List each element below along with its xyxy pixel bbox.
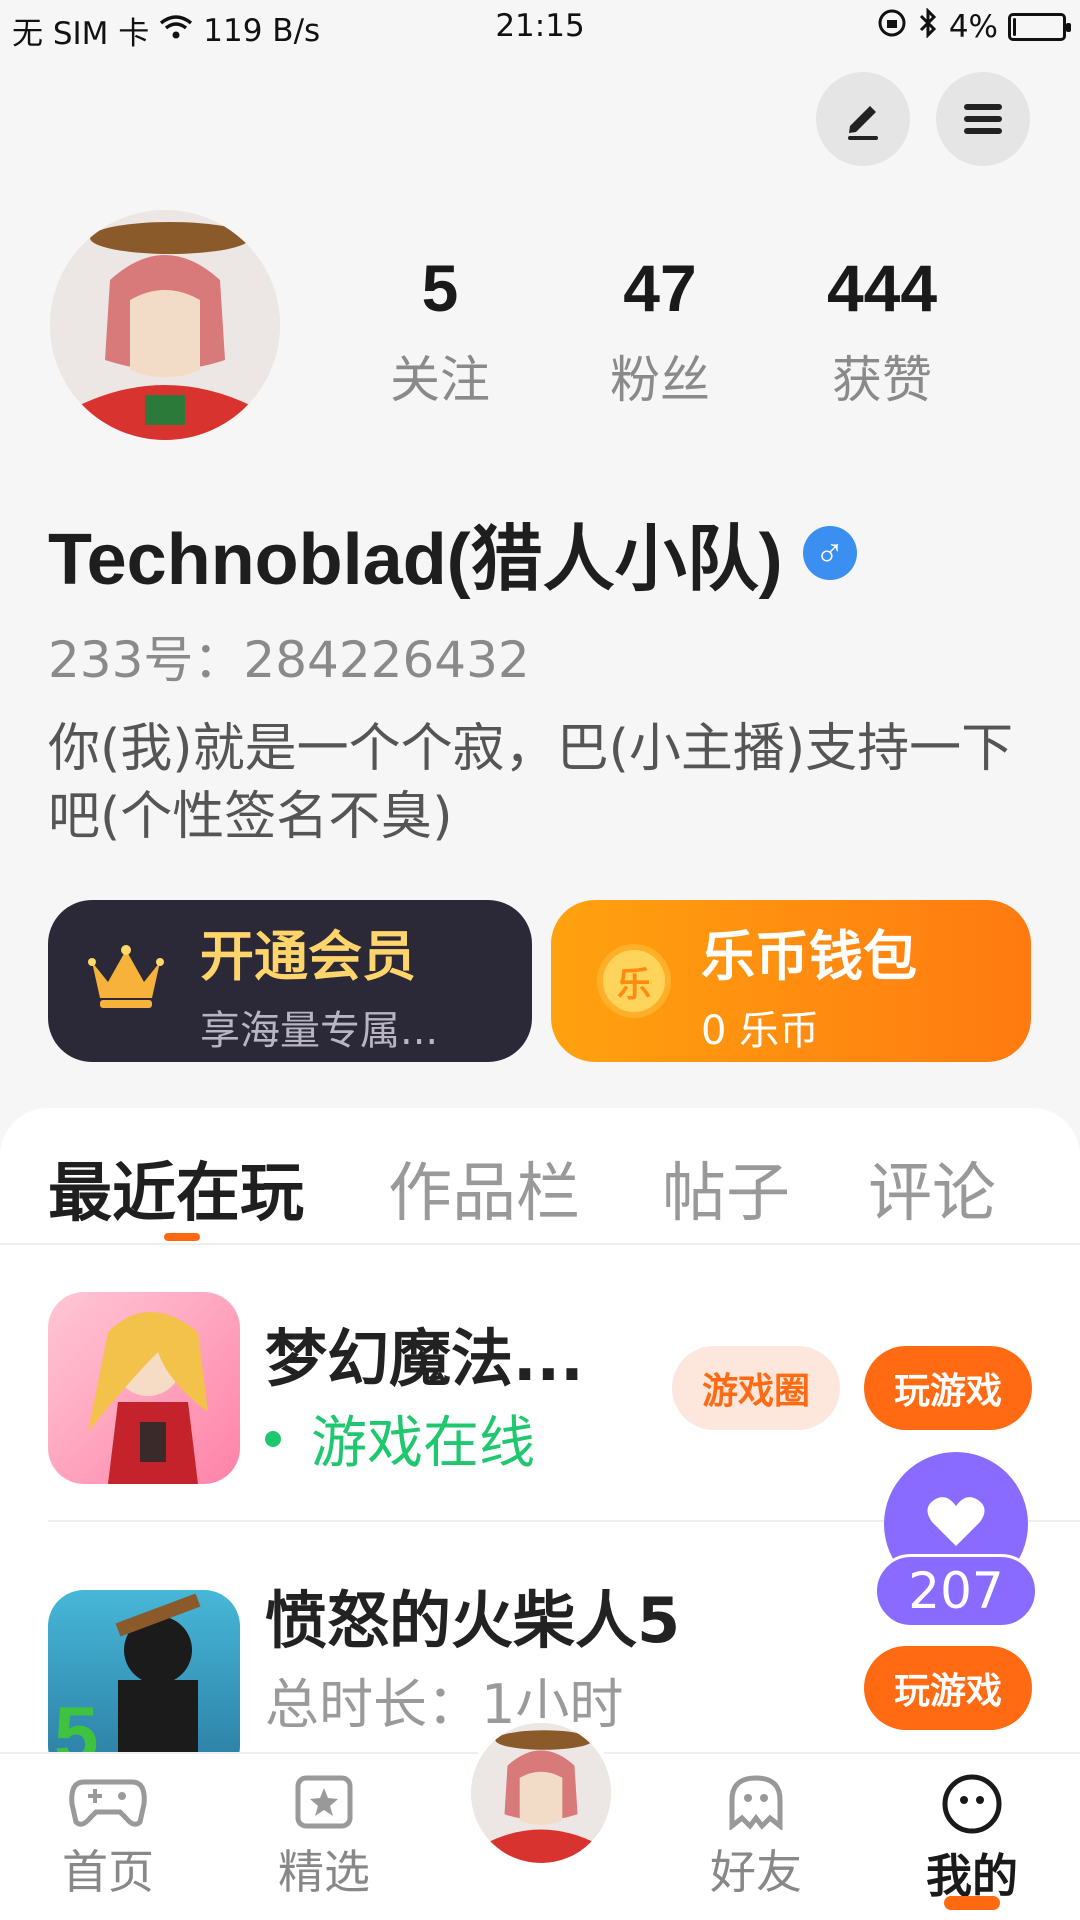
nickname: Technoblad(猎人小队) <box>48 520 783 600</box>
star-card-icon <box>295 1775 353 1829</box>
stat-likes[interactable]: 444 获赞 <box>792 250 972 412</box>
avatar[interactable] <box>50 210 280 440</box>
tabs-divider <box>0 1243 1080 1245</box>
stat-value: 444 <box>826 251 938 325</box>
wallet-balance: 0 乐币 <box>701 1008 820 1054</box>
game-icon[interactable] <box>48 1292 240 1484</box>
stat-value: 47 <box>623 251 697 325</box>
avatar-character-image <box>50 210 280 440</box>
vip-subtitle: 享海量专属... <box>200 1008 439 1054</box>
profile-name-row: Technoblad(猎人小队) ♂ <box>48 500 857 605</box>
game-artwork-magic <box>88 1312 208 1484</box>
online-text: 游戏在线 <box>311 1411 535 1476</box>
user-id: 233号：284226432 <box>48 631 530 689</box>
ghost-icon <box>729 1775 783 1830</box>
stat-following[interactable]: 5 关注 <box>350 250 530 412</box>
avatar-character-image <box>471 1723 611 1863</box>
center-avatar-button[interactable] <box>466 1718 616 1868</box>
game-title: 愤怒的火柴人5 <box>265 1584 681 1657</box>
online-dot <box>265 1430 281 1447</box>
menu-icon <box>964 104 1002 134</box>
coin-icon: 乐 <box>597 944 671 1018</box>
menu-button[interactable] <box>936 72 1030 166</box>
male-gender-icon: ♂ <box>802 525 857 580</box>
vip-card[interactable]: 开通会员 享海量专属... <box>48 900 532 1062</box>
content-panel: 最近在玩 作品栏 帖子 评论 梦幻魔法... 游戏在线 游戏圈 玩游戏 5 愤怒… <box>0 1108 1080 1808</box>
game-circle-button[interactable]: 游戏圈 <box>672 1346 840 1430</box>
nav-active-indicator <box>944 1896 1000 1910</box>
smiley-icon <box>942 1774 1002 1834</box>
wallet-title: 乐币钱包 <box>701 925 917 988</box>
tab-works[interactable]: 作品栏 <box>388 1142 580 1234</box>
clock: 21:15 <box>495 8 585 44</box>
rotation-lock-icon <box>877 8 907 46</box>
battery-icon <box>1008 13 1071 41</box>
stat-value: 5 <box>421 251 459 325</box>
battery-percent: 4% <box>948 9 998 45</box>
play-game-button[interactable]: 玩游戏 <box>864 1346 1032 1430</box>
game-online-status: 游戏在线 <box>265 1398 535 1479</box>
game-title: 梦幻魔法... <box>265 1322 584 1395</box>
stat-label: 关注 <box>390 351 490 409</box>
signature: 你(我)就是一个个寂，巴(小主播)支持一下吧(个性签名不臭) <box>48 719 1014 847</box>
like-count: 207 <box>874 1554 1038 1628</box>
nav-friends[interactable]: 好友 <box>676 1774 836 1902</box>
nav-label: 好友 <box>710 1845 802 1899</box>
nav-home[interactable]: 首页 <box>28 1774 188 1902</box>
tab-recent-play[interactable]: 最近在玩 <box>48 1142 304 1234</box>
bottom-nav: 首页 精选 好友 我的 <box>0 1718 1080 1920</box>
status-bar: 无 SIM 卡 119 B/s 21:15 4% <box>0 0 1080 56</box>
gamepad-icon <box>69 1779 147 1827</box>
tab-indicator <box>164 1233 200 1241</box>
center-avatar <box>471 1723 611 1863</box>
stat-label: 获赞 <box>832 351 932 409</box>
edit-profile-button[interactable] <box>816 72 910 166</box>
bluetooth-icon <box>917 7 939 46</box>
stat-label: 粉丝 <box>610 351 710 409</box>
vip-title: 开通会员 <box>200 925 416 988</box>
nav-me[interactable]: 我的 <box>892 1774 1052 1906</box>
wallet-card[interactable]: 乐 乐币钱包 0 乐币 <box>551 900 1031 1062</box>
battery-fill <box>1013 18 1016 36</box>
nav-featured[interactable]: 精选 <box>244 1774 404 1902</box>
crown-icon <box>88 945 164 1008</box>
tab-comments[interactable]: 评论 <box>868 1142 996 1234</box>
tab-posts[interactable]: 帖子 <box>662 1142 790 1234</box>
nav-label: 精选 <box>278 1845 370 1899</box>
stat-followers[interactable]: 47 粉丝 <box>570 250 750 412</box>
heart-icon <box>927 1497 985 1546</box>
nav-label: 首页 <box>62 1845 154 1899</box>
play-game-button[interactable]: 玩游戏 <box>864 1646 1032 1730</box>
pencil-icon <box>848 106 878 140</box>
